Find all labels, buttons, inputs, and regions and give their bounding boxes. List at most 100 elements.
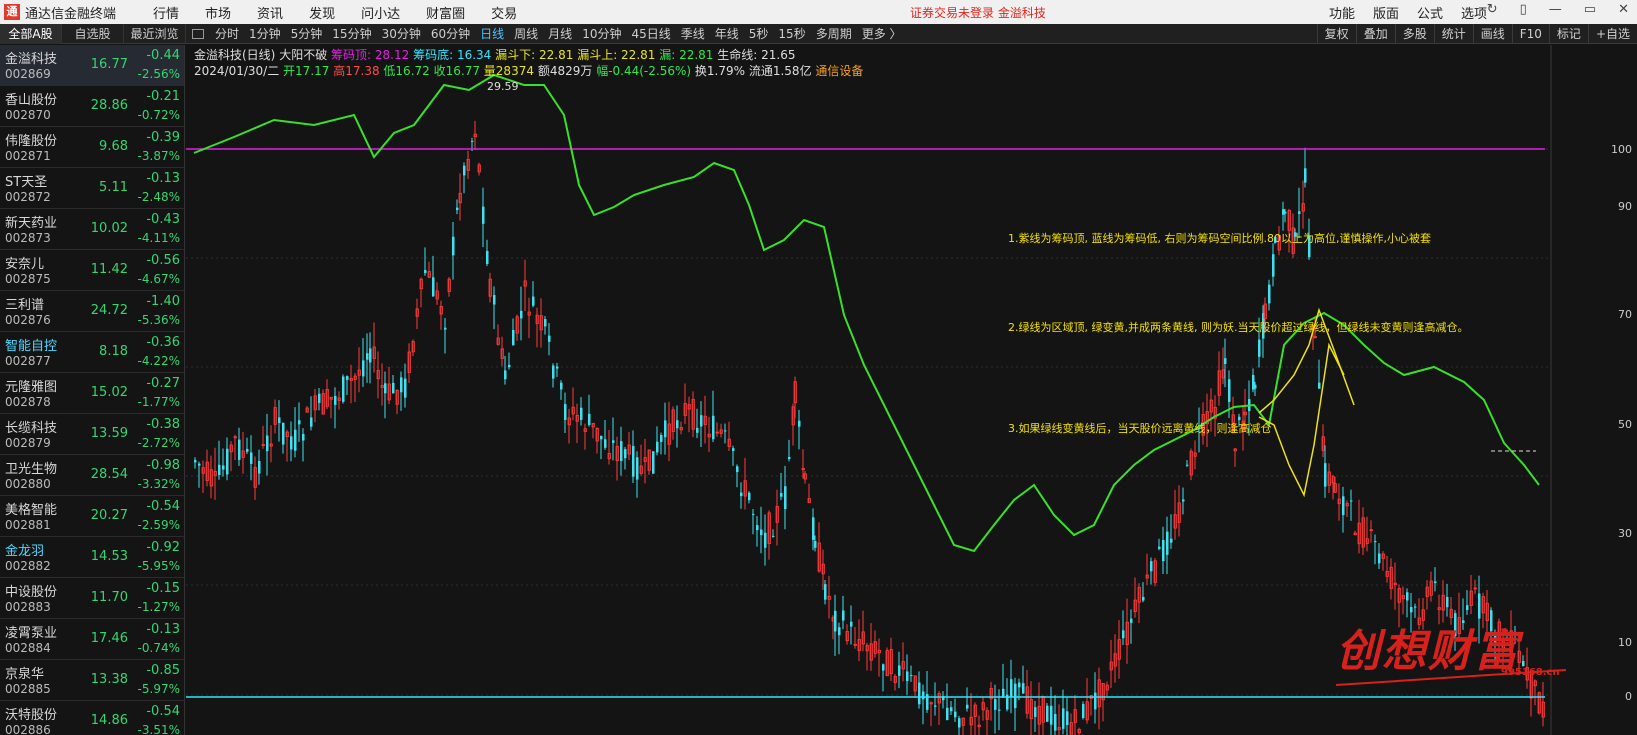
- period-1min[interactable]: 1分钟: [249, 25, 281, 42]
- stock-code: 002871: [5, 149, 51, 163]
- candle-body: [966, 704, 969, 709]
- period-multi[interactable]: 多周期: [816, 25, 852, 42]
- candle-body: [512, 329, 515, 346]
- candle-body: [346, 376, 349, 380]
- period-30min[interactable]: 30分钟: [382, 25, 421, 42]
- stock-row[interactable]: 凌霄泵业 002884 17.46 -0.13 -0.74%: [0, 619, 184, 660]
- sector-value[interactable]: 通信设备: [815, 64, 863, 78]
- tab-all-a-shares[interactable]: 全部A股: [0, 23, 62, 44]
- period-15min[interactable]: 15分钟: [332, 25, 371, 42]
- candle-body: [898, 665, 901, 676]
- candle-body: [302, 433, 305, 441]
- candle-body: [882, 664, 885, 671]
- candle-body: [994, 699, 997, 710]
- candle-body: [712, 415, 715, 440]
- stock-row[interactable]: 京泉华 002885 13.38 -0.85 -5.97%: [0, 660, 184, 701]
- stock-price: 13.59: [90, 426, 128, 441]
- candle-body: [564, 404, 567, 420]
- stock-change: -0.38: [146, 417, 180, 432]
- candle-body: [588, 413, 591, 425]
- stock-row[interactable]: 伟隆股份 002871 9.68 -0.39 -3.87%: [0, 127, 184, 168]
- stock-row[interactable]: 沃特股份 002886 14.86 -0.54 -3.51%: [0, 701, 184, 735]
- tab-watchlist[interactable]: 自选股: [62, 23, 124, 44]
- refresh-icon[interactable]: ↻: [1487, 2, 1498, 17]
- stock-change: -0.21: [146, 89, 180, 104]
- stock-code: 002876: [5, 313, 51, 327]
- stock-row[interactable]: 中设股份 002883 11.70 -0.15 -1.27%: [0, 578, 184, 619]
- peak-label: 29.59: [487, 80, 519, 93]
- menu-formula[interactable]: 公式: [1417, 3, 1443, 22]
- panel-toggle-icon[interactable]: [192, 28, 204, 39]
- candle-body: [1018, 682, 1021, 688]
- period-10min[interactable]: 10分钟: [582, 25, 621, 42]
- candle-body: [1304, 168, 1307, 183]
- period-yearly[interactable]: 年线: [715, 25, 739, 42]
- candle-body: [798, 420, 801, 427]
- menu-options[interactable]: 选项: [1461, 3, 1487, 22]
- stock-change-pct: -3.51%: [137, 723, 180, 735]
- overlay-button[interactable]: 叠加: [1355, 24, 1395, 44]
- period-monthly[interactable]: 月线: [548, 25, 572, 42]
- period-quarterly[interactable]: 季线: [681, 25, 705, 42]
- stock-row[interactable]: 美格智能 002881 20.27 -0.54 -2.59%: [0, 496, 184, 537]
- stock-row[interactable]: 安奈儿 002875 11.42 -0.56 -4.67%: [0, 250, 184, 291]
- stock-row[interactable]: 长缆科技 002879 13.59 -0.38 -2.72%: [0, 414, 184, 455]
- draw-line-button[interactable]: 画线: [1472, 24, 1512, 44]
- stock-row[interactable]: 金溢科技 002869 16.77 -0.44 -2.56%: [0, 45, 184, 86]
- add-watchlist-button[interactable]: +自选: [1587, 24, 1637, 44]
- f10-button[interactable]: F10: [1511, 24, 1549, 44]
- menu-faxian[interactable]: 发现: [309, 3, 335, 22]
- stock-change-pct: -1.77%: [137, 395, 180, 409]
- period-5min[interactable]: 5分钟: [291, 25, 323, 42]
- period-more[interactable]: 更多 〉: [862, 25, 902, 42]
- candle-body: [456, 207, 459, 211]
- period-5sec[interactable]: 5秒: [749, 25, 769, 42]
- phone-icon[interactable]: ▯: [1520, 2, 1527, 17]
- stock-row[interactable]: 三利谱 002876 24.72 -1.40 -5.36%: [0, 291, 184, 332]
- period-weekly[interactable]: 周线: [514, 25, 538, 42]
- multi-stock-button[interactable]: 多股: [1394, 24, 1434, 44]
- stock-row[interactable]: 元隆雅图 002878 15.02 -0.27 -1.77%: [0, 373, 184, 414]
- menu-jiaoyi[interactable]: 交易: [491, 3, 517, 22]
- annotation-1: 1.紫线为筹码顶, 蓝线为筹码低, 右则为筹码空间比例.80以上为高位,谨慎操作…: [1008, 232, 1431, 245]
- stock-price: 15.02: [90, 385, 128, 400]
- close-icon[interactable]: ✕: [1618, 2, 1629, 17]
- candle-body: [198, 463, 201, 466]
- menu-caifuquan[interactable]: 财富圈: [426, 3, 465, 22]
- stock-row[interactable]: ST天圣 002872 5.11 -0.13 -2.48%: [0, 168, 184, 209]
- stock-row[interactable]: 卫光生物 002880 28.54 -0.98 -3.32%: [0, 455, 184, 496]
- menu-layout[interactable]: 版面: [1373, 3, 1399, 22]
- tab-recent[interactable]: 最近浏览: [124, 23, 186, 44]
- formula-name[interactable]: 大阳不破: [279, 48, 327, 62]
- period-daily[interactable]: 日线: [480, 25, 504, 42]
- login-status[interactable]: 证券交易未登录 金溢科技: [910, 4, 1046, 21]
- stock-row[interactable]: 智能自控 002877 8.18 -0.36 -4.22%: [0, 332, 184, 373]
- stock-row[interactable]: 金龙羽 002882 14.53 -0.92 -5.95%: [0, 537, 184, 578]
- stock-row[interactable]: 香山股份 002870 28.86 -0.21 -0.72%: [0, 86, 184, 127]
- menu-zixun[interactable]: 资讯: [257, 3, 283, 22]
- candle-body: [1066, 711, 1069, 726]
- stock-code: 002869: [5, 67, 51, 81]
- period-tick[interactable]: 分时: [215, 25, 239, 42]
- candle-body: [504, 370, 507, 380]
- stats-button[interactable]: 统计: [1433, 24, 1473, 44]
- candle-body: [1170, 538, 1173, 543]
- menu-shichang[interactable]: 市场: [205, 3, 231, 22]
- candle-body: [486, 250, 489, 264]
- candle-body: [1410, 607, 1413, 613]
- period-15sec[interactable]: 15秒: [778, 25, 805, 42]
- stock-row[interactable]: 新天药业 002873 10.02 -0.43 -4.11%: [0, 209, 184, 250]
- maximize-icon[interactable]: ▭: [1584, 2, 1596, 17]
- menu-hangqing[interactable]: 行情: [153, 3, 179, 22]
- adjust-button[interactable]: 复权: [1316, 24, 1356, 44]
- period-45day[interactable]: 45日线: [631, 25, 670, 42]
- toolbar: 全部A股 自选股 最近浏览 分时 1分钟 5分钟 15分钟 30分钟 60分钟 …: [0, 23, 1637, 44]
- minimize-icon[interactable]: —: [1549, 2, 1562, 17]
- menu-wenxiaoda[interactable]: 问小达: [361, 3, 400, 22]
- candle-body: [950, 707, 953, 712]
- candle-body: [1342, 496, 1345, 516]
- kline-chart[interactable]: 金溢科技(日线) 大阳不破 筹码顶: 28.12 筹码底: 16.34 漏斗下:…: [186, 45, 1637, 735]
- mark-button[interactable]: 标记: [1548, 24, 1588, 44]
- period-60min[interactable]: 60分钟: [431, 25, 470, 42]
- menu-function[interactable]: 功能: [1329, 3, 1355, 22]
